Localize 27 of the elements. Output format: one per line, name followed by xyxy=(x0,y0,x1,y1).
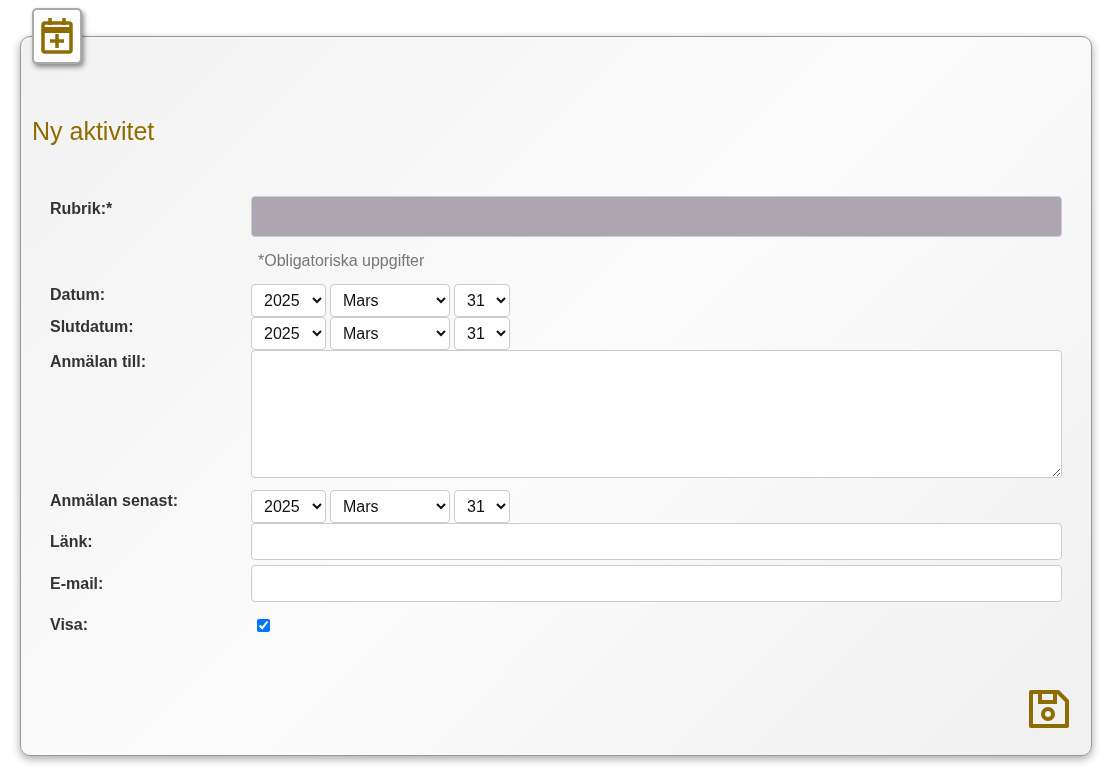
text-input[interactable] xyxy=(251,523,1062,560)
form-title: Ny aktivitet xyxy=(32,117,156,146)
add-event-button[interactable] xyxy=(32,8,82,64)
day-select[interactable]: 31 xyxy=(454,284,510,317)
text-area[interactable] xyxy=(251,350,1062,478)
field-label: Rubrik:* xyxy=(50,199,114,218)
text-input[interactable] xyxy=(251,196,1062,237)
calendar-plus-icon xyxy=(40,17,74,55)
field-label: Länk: xyxy=(50,532,94,551)
day-select[interactable]: 31 xyxy=(454,317,510,350)
month-select[interactable]: Mars xyxy=(330,284,450,317)
year-select[interactable]: 2025 xyxy=(251,490,326,523)
checkbox[interactable] xyxy=(257,619,270,632)
year-select[interactable]: 2025 xyxy=(251,317,326,350)
month-select[interactable]: Mars xyxy=(330,490,450,523)
field-label: Slutdatum: xyxy=(50,317,135,336)
month-select[interactable]: Mars xyxy=(330,317,450,350)
text-input[interactable] xyxy=(251,565,1062,602)
field-label: Visa: xyxy=(50,615,89,634)
field-label: Anmälan till: xyxy=(50,352,147,371)
required-note: *Obligatoriska uppgifter xyxy=(257,251,426,271)
day-select[interactable]: 31 xyxy=(454,490,510,523)
year-select[interactable]: 2025 xyxy=(251,284,326,317)
save-button[interactable] xyxy=(1027,688,1071,730)
field-label: Datum: xyxy=(50,285,107,304)
field-label: Anmälan senast: xyxy=(50,491,180,510)
field-label: E-mail: xyxy=(50,574,105,593)
